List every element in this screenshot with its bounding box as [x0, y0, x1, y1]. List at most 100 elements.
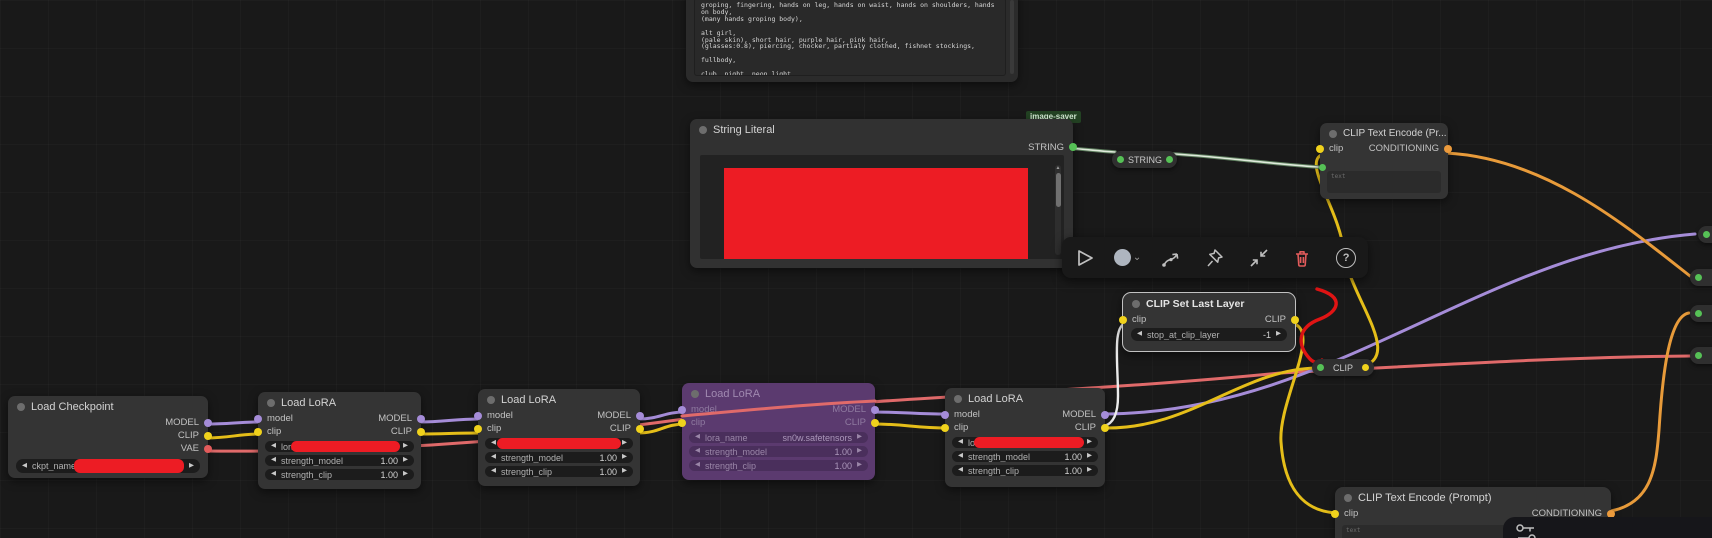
string-scrollbar[interactable]: ▲: [1055, 165, 1061, 255]
strength-model-widget[interactable]: ◀ strength_model 1.00 ▶: [485, 452, 633, 463]
increment-arrow-icon[interactable]: ▶: [1087, 453, 1092, 460]
reroute-right-1[interactable]: [1698, 226, 1712, 243]
reroute-string[interactable]: STRING: [1112, 151, 1177, 168]
decrement-arrow-icon[interactable]: ◀: [958, 467, 963, 474]
increment-arrow-icon[interactable]: ▶: [403, 471, 408, 478]
reroute-right-2[interactable]: [1690, 269, 1712, 286]
clip-output-slot[interactable]: [417, 427, 425, 436]
node-graph-canvas[interactable]: groping, fingering, hands on leg, hands …: [0, 0, 1712, 538]
model-output-slot[interactable]: [636, 411, 644, 420]
string-textarea[interactable]: ▲: [700, 155, 1064, 259]
clip-output-slot[interactable]: [1101, 423, 1109, 432]
lora-name-widget[interactable]: ◀ lora_name ▶: [952, 437, 1098, 448]
clip-input-slot[interactable]: [1316, 144, 1324, 153]
model-output-slot[interactable]: [1101, 410, 1109, 419]
increment-arrow-icon[interactable]: ▶: [622, 454, 627, 461]
model-input-slot[interactable]: [474, 411, 482, 420]
bypass-link-button[interactable]: [1154, 241, 1188, 275]
collapse-button[interactable]: [1242, 241, 1276, 275]
next-arrow-icon[interactable]: ▶: [1087, 439, 1092, 446]
prev-arrow-icon[interactable]: ◀: [491, 440, 496, 447]
text-area[interactable]: text: [1327, 171, 1441, 193]
lora-name-widget[interactable]: ◀ lora_name ▶: [485, 438, 633, 449]
clip-output-slot[interactable]: [1291, 315, 1299, 324]
model-output-slot[interactable]: [417, 414, 425, 423]
decrement-arrow-icon[interactable]: ◀: [958, 453, 963, 460]
increment-arrow-icon[interactable]: ▶: [403, 457, 408, 464]
node-clip-text-encode-top[interactable]: CLIP Text Encode (Pr... clip CONDITIONIN…: [1316, 123, 1452, 199]
model-output-slot[interactable]: [871, 405, 879, 414]
clip-input-slot[interactable]: [941, 423, 949, 432]
reroute-input-slot[interactable]: [1317, 364, 1324, 371]
strength-clip-widget[interactable]: ◀ strength_clip 1.00 ▶: [265, 469, 414, 480]
decrement-arrow-icon[interactable]: ◀: [491, 468, 496, 475]
strength-model-widget[interactable]: ◀ strength_model 1.00 ▶: [952, 451, 1098, 462]
increment-arrow-icon[interactable]: ▶: [1276, 331, 1281, 338]
increment-arrow-icon[interactable]: ▶: [857, 462, 862, 469]
node-prompt-text[interactable]: groping, fingering, hands on leg, hands …: [686, 0, 1018, 82]
text-input-slot[interactable]: [1319, 164, 1326, 171]
reroute-input-slot[interactable]: [1703, 231, 1710, 238]
clip-input-slot[interactable]: [1119, 315, 1127, 324]
decrement-arrow-icon[interactable]: ◀: [1137, 331, 1142, 338]
reroute-output-slot[interactable]: [1166, 156, 1174, 163]
decrement-arrow-icon[interactable]: ◀: [491, 454, 496, 461]
node-clip-set-last-layer[interactable]: CLIP Set Last Layer clip CLIP ◀ stop_at_…: [1119, 292, 1299, 352]
scrollbar-thumb[interactable]: [1055, 173, 1061, 207]
lora-name-widget[interactable]: ◀ lora_name sn0w.safetensors ▶: [689, 432, 868, 443]
reroute-input-slot[interactable]: [1695, 352, 1702, 359]
decrement-arrow-icon[interactable]: ◀: [695, 462, 700, 469]
model-output-slot[interactable]: [204, 418, 212, 427]
next-arrow-icon[interactable]: ▶: [622, 440, 627, 447]
conditioning-output-slot[interactable]: [1444, 144, 1452, 153]
node-load-lora-3-bypassed[interactable]: Load LoRA model MODEL clip CLIP ◀ lora_n…: [678, 383, 879, 480]
clip-output-slot[interactable]: [636, 424, 644, 433]
stop-at-clip-layer-widget[interactable]: ◀ stop_at_clip_layer -1 ▶: [1131, 328, 1287, 341]
vae-output-slot[interactable]: [204, 444, 212, 453]
lora-name-widget[interactable]: ◀ lora_name ▶: [265, 441, 414, 452]
run-button[interactable]: [1067, 241, 1101, 275]
reroute-input-slot[interactable]: [1695, 274, 1702, 281]
clip-input-slot[interactable]: [474, 424, 482, 433]
clip-output-slot[interactable]: [871, 418, 879, 427]
strength-model-widget[interactable]: ◀ strength_model 1.00 ▶: [689, 446, 868, 457]
help-button[interactable]: ?: [1329, 241, 1363, 275]
model-input-slot[interactable]: [254, 414, 262, 423]
strength-clip-widget[interactable]: ◀ strength_clip 1.00 ▶: [689, 460, 868, 471]
delete-button[interactable]: [1285, 241, 1319, 275]
prev-arrow-icon[interactable]: ◀: [271, 443, 276, 450]
model-input-slot[interactable]: [678, 405, 686, 414]
scroll-up-icon[interactable]: ▲: [1055, 166, 1061, 171]
pin-button[interactable]: [1198, 241, 1232, 275]
clip-input-slot[interactable]: [1331, 509, 1339, 518]
prompt-textarea[interactable]: groping, fingering, hands on leg, hands …: [694, 0, 1006, 76]
clip-output-slot[interactable]: [204, 431, 212, 440]
prev-arrow-icon[interactable]: ◀: [695, 434, 700, 441]
reroute-input-slot[interactable]: [1117, 156, 1124, 163]
decrement-arrow-icon[interactable]: ◀: [271, 457, 276, 464]
strength-clip-widget[interactable]: ◀ strength_clip 1.00 ▶: [952, 465, 1098, 476]
clip-input-slot[interactable]: [678, 418, 686, 427]
prev-arrow-icon[interactable]: ◀: [22, 462, 27, 470]
ckpt-name-widget[interactable]: ◀ ckpt_name ▶: [16, 459, 200, 473]
reroute-input-slot[interactable]: [1695, 310, 1702, 317]
reroute-clip[interactable]: CLIP: [1312, 359, 1374, 376]
increment-arrow-icon[interactable]: ▶: [1087, 467, 1092, 474]
string-output-slot[interactable]: [1069, 143, 1077, 151]
decrement-arrow-icon[interactable]: ◀: [695, 448, 700, 455]
model-input-slot[interactable]: [941, 410, 949, 419]
node-string-literal[interactable]: String Literal STRING ▲: [690, 119, 1077, 268]
increment-arrow-icon[interactable]: ▶: [622, 468, 627, 475]
increment-arrow-icon[interactable]: ▶: [857, 448, 862, 455]
prev-arrow-icon[interactable]: ◀: [958, 439, 963, 446]
next-arrow-icon[interactable]: ▶: [189, 462, 194, 470]
strength-model-widget[interactable]: ◀ strength_model 1.00 ▶: [265, 455, 414, 466]
clip-input-slot[interactable]: [254, 427, 262, 436]
node-load-checkpoint[interactable]: Load Checkpoint MODEL CLIP VAE ◀ ckpt_na…: [8, 396, 212, 478]
prompt-scrollbar[interactable]: [1010, 0, 1014, 74]
bottom-right-panel[interactable]: [1503, 517, 1712, 538]
next-arrow-icon[interactable]: ▶: [857, 434, 862, 441]
strength-clip-widget[interactable]: ◀ strength_clip 1.00 ▶: [485, 466, 633, 477]
reroute-output-slot[interactable]: [1361, 364, 1369, 371]
node-color-button[interactable]: ⌄: [1111, 241, 1145, 275]
